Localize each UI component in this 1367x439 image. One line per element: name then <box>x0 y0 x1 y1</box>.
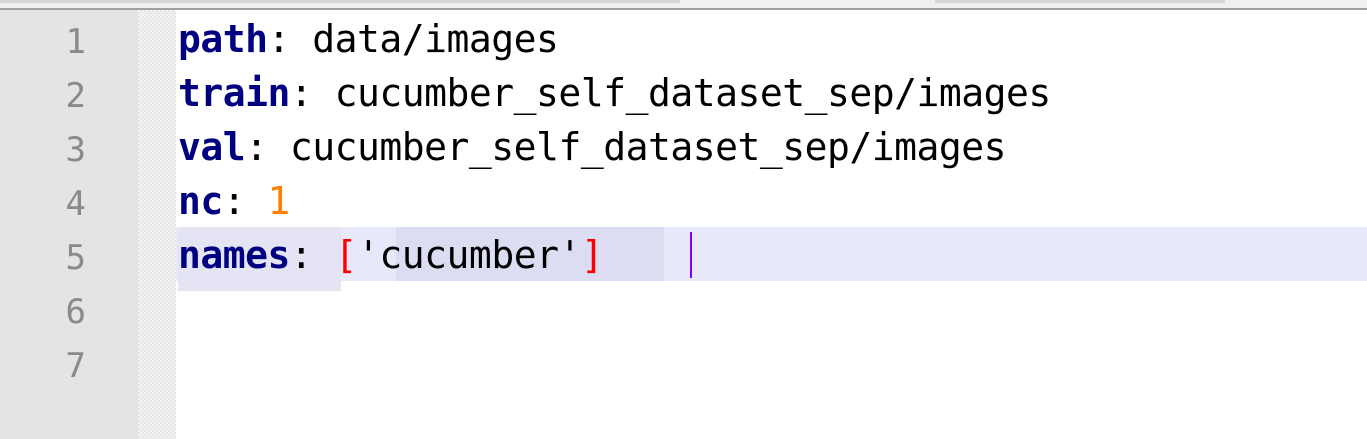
yaml-key: path <box>178 17 268 61</box>
yaml-string-value: 'cucumber' <box>357 233 581 277</box>
code-line-3[interactable]: val: cucumber_self_dataset_sep/images <box>178 120 1007 174</box>
tab-bar-edge <box>0 0 1367 10</box>
yaml-colon: : <box>222 179 268 223</box>
yaml-value: cucumber_self_dataset_sep/images <box>334 71 1052 115</box>
line-number: 5 <box>65 238 86 278</box>
fold-margin[interactable] <box>138 10 176 439</box>
yaml-key: nc <box>178 179 223 223</box>
code-line-5[interactable]: names: ['cucumber'] <box>178 228 604 282</box>
code-line-1[interactable]: path: data/images <box>178 12 559 66</box>
line-number: 7 <box>65 346 86 386</box>
yaml-key: train <box>178 71 290 115</box>
yaml-colon: : <box>289 233 335 277</box>
line-number: 3 <box>65 130 86 170</box>
tab-edge-right <box>935 0 1225 3</box>
tab-edge-left <box>0 0 680 3</box>
yaml-number-value: 1 <box>267 179 291 223</box>
yaml-colon: : <box>289 71 335 115</box>
line-number: 2 <box>65 76 86 116</box>
line-number: 6 <box>65 292 86 332</box>
yaml-open-bracket: [ <box>334 233 358 277</box>
yaml-colon: : <box>245 125 290 169</box>
code-editor[interactable]: 1 2 3 4 5 6 7 path: data/images train: c… <box>0 0 1367 439</box>
line-number: 1 <box>65 22 86 62</box>
yaml-key: names <box>178 233 290 277</box>
yaml-colon: : <box>267 17 313 61</box>
line-number: 4 <box>65 184 86 224</box>
yaml-key: val <box>178 125 246 169</box>
yaml-value: data/images <box>312 17 559 61</box>
text-caret <box>690 232 692 278</box>
yaml-close-bracket: ] <box>580 233 604 277</box>
line-number-gutter: 1 2 3 4 5 6 7 <box>0 10 138 439</box>
code-line-2[interactable]: train: cucumber_self_dataset_sep/images <box>178 66 1051 120</box>
yaml-value: cucumber_self_dataset_sep/images <box>289 125 1007 169</box>
code-line-4[interactable]: nc: 1 <box>178 174 290 228</box>
